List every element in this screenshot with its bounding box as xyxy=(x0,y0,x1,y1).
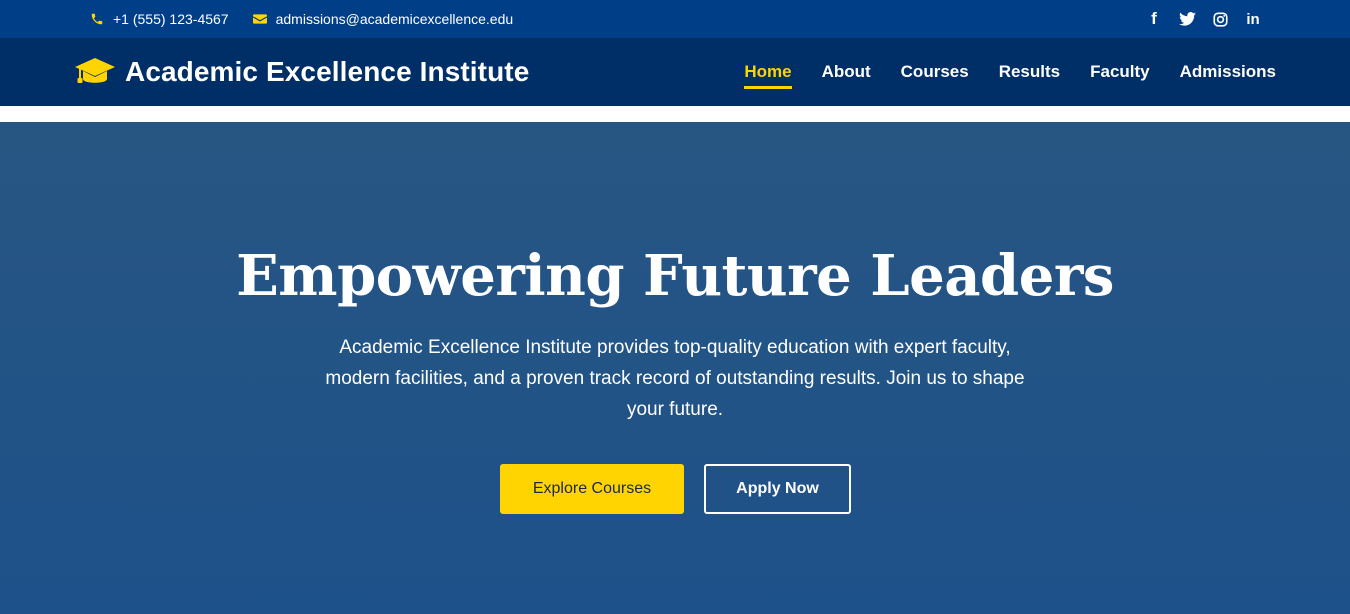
phone-icon xyxy=(91,13,103,25)
main-nav: Home About Courses Results Faculty Admis… xyxy=(714,38,1276,106)
instagram-link[interactable] xyxy=(1211,10,1229,28)
facebook-link[interactable]: f xyxy=(1145,9,1163,28)
instagram-icon xyxy=(1212,11,1228,27)
brand-name: Academic Excellence Institute xyxy=(125,56,530,87)
top-contact-bar: +1 (555) 123-4567 admissions@academicexc… xyxy=(0,0,1350,38)
hero-title: Empowering Future Leaders xyxy=(236,243,1114,309)
phone-number: +1 (555) 123-4567 xyxy=(113,11,229,27)
site-header: Academic Excellence Institute Home About… xyxy=(0,38,1350,106)
twitter-link[interactable] xyxy=(1178,10,1196,28)
nav-admissions[interactable]: Admissions xyxy=(1180,56,1276,89)
envelope-icon xyxy=(252,14,267,24)
nav-about[interactable]: About xyxy=(822,56,871,89)
nav-results[interactable]: Results xyxy=(999,56,1060,89)
nav-home[interactable]: Home xyxy=(744,56,792,89)
apply-now-button[interactable]: Apply Now xyxy=(704,464,851,514)
linkedin-icon: in xyxy=(1246,10,1260,28)
social-links: f in xyxy=(1130,0,1262,38)
hero-section: Empowering Future Leaders Academic Excel… xyxy=(0,122,1350,614)
hero-description: Academic Excellence Institute provides t… xyxy=(325,337,1025,420)
phone-contact[interactable]: +1 (555) 123-4567 xyxy=(90,11,229,27)
contact-info: +1 (555) 123-4567 admissions@academicexc… xyxy=(90,0,537,38)
linkedin-link[interactable]: in xyxy=(1244,10,1262,28)
explore-courses-button[interactable]: Explore Courses xyxy=(500,464,684,514)
brand-logo[interactable]: Academic Excellence Institute xyxy=(74,38,529,106)
email-contact[interactable]: admissions@academicexcellence.edu xyxy=(252,11,514,27)
email-address: admissions@academicexcellence.edu xyxy=(275,11,514,27)
facebook-icon: f xyxy=(1151,9,1157,28)
graduation-cap-icon xyxy=(75,58,115,83)
nav-faculty[interactable]: Faculty xyxy=(1090,56,1150,89)
nav-courses[interactable]: Courses xyxy=(901,56,969,89)
twitter-icon xyxy=(1178,12,1196,26)
